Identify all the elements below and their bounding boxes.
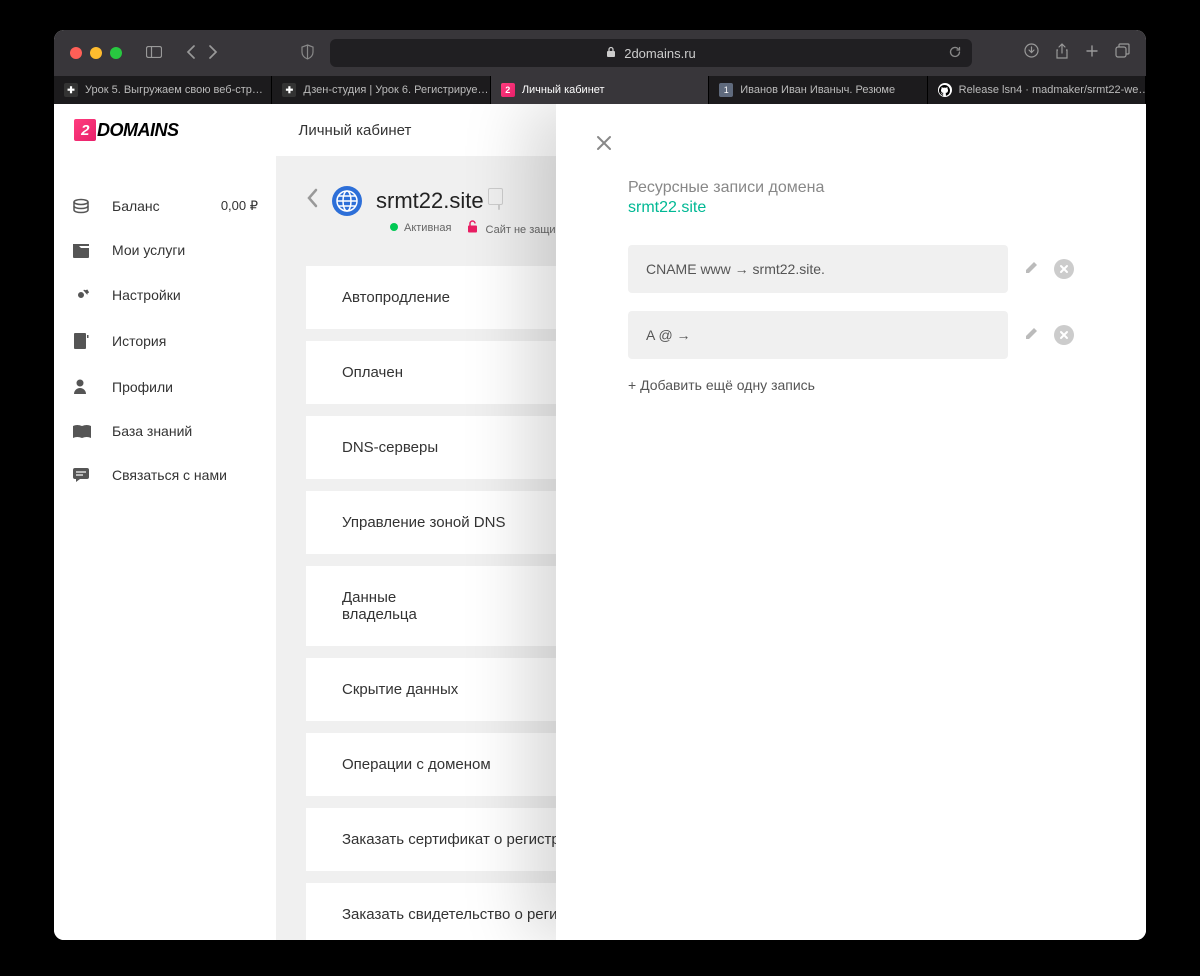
sidebar-item-settings[interactable]: Настройки (54, 272, 276, 318)
sidebar-item-profiles[interactable]: Профили (54, 364, 276, 409)
dns-record-row: A @ → (628, 311, 1106, 359)
url-bar[interactable]: 2domains.ru (330, 39, 972, 67)
gear-icon (72, 286, 94, 304)
add-record-button[interactable]: + Добавить ещё одну запись (628, 377, 1106, 393)
sidebar-item-label: Профили (112, 379, 173, 395)
copy-icon[interactable] (498, 192, 500, 210)
sidebar-item-label: Настройки (112, 287, 181, 303)
back-button[interactable] (306, 188, 318, 214)
browser-tab-0[interactable]: ✚ Урок 5. Выгружаем свою веб-стр… (54, 76, 272, 104)
person-icon (72, 378, 94, 395)
sidebar-item-label: База знаний (112, 423, 192, 439)
traffic-lights (70, 47, 122, 59)
drawer-domain: srmt22.site (628, 199, 1106, 217)
browser-tab-2[interactable]: 2 Личный кабинет (491, 76, 709, 104)
sidebar-item-history[interactable]: История (54, 318, 276, 364)
page: 2 DOMAINS Личный кабинет Баланс 0,00 ₽ (54, 104, 1146, 940)
dns-records-drawer: Ресурсные записи домена srmt22.site CNAM… (556, 104, 1146, 940)
card-label: Оплачен (342, 364, 403, 381)
maximize-window-button[interactable] (110, 47, 122, 59)
dns-record-row: CNAME www → srmt22.site. (628, 245, 1106, 293)
2domains-favicon: 2 (501, 83, 515, 97)
balance-value: 0,00 ₽ (221, 198, 258, 214)
edit-record-button[interactable] (1022, 325, 1040, 343)
downloads-icon[interactable] (1024, 43, 1039, 63)
dns-record[interactable]: CNAME www → srmt22.site. (628, 245, 1008, 293)
lock-icon (606, 46, 616, 61)
close-window-button[interactable] (70, 47, 82, 59)
domain-name: srmt22.site (376, 188, 484, 214)
card-label: DNS-серверы (342, 439, 438, 456)
minimize-window-button[interactable] (90, 47, 102, 59)
num-badge-icon: 1 (719, 83, 733, 97)
sidebar-item-contact[interactable]: Связаться с нами (54, 453, 276, 497)
edit-record-button[interactable] (1022, 259, 1040, 277)
card-label: Управление зоной DNS (342, 514, 505, 531)
plus-square-icon: ✚ (282, 83, 296, 97)
delete-record-button[interactable] (1054, 325, 1074, 345)
logo-badge: 2 (74, 119, 96, 141)
sidebar-toggle-icon[interactable] (146, 45, 162, 61)
nav-forward-button[interactable] (208, 45, 218, 62)
sidebar-item-balance[interactable]: Баланс 0,00 ₽ (54, 184, 276, 228)
dns-record[interactable]: A @ → (628, 311, 1008, 359)
unlock-icon (467, 224, 481, 236)
privacy-shield-icon[interactable] (300, 44, 315, 63)
browser-tabs: ✚ Урок 5. Выгружаем свою веб-стр… ✚ Дзен… (54, 76, 1146, 104)
tab-label: Release lsn4 · madmaker/srmt22-we… (959, 84, 1146, 96)
browser-tab-4[interactable]: Release lsn4 · madmaker/srmt22-we… (928, 76, 1146, 104)
page-title: Личный кабинет (299, 122, 412, 139)
tab-label: Дзен-студия | Урок 6. Регистрируе… (303, 84, 488, 96)
github-icon (938, 83, 952, 97)
drawer-title: Ресурсные записи домена (628, 179, 1106, 197)
sidebar-item-label: Мои услуги (112, 242, 185, 258)
plus-square-icon: ✚ (64, 83, 78, 97)
close-drawer-button[interactable] (596, 134, 612, 157)
browser-tab-1[interactable]: ✚ Дзен-студия | Урок 6. Регистрируе… (272, 76, 490, 104)
sidebar-item-label: История (112, 333, 166, 349)
new-tab-icon[interactable] (1085, 44, 1099, 63)
sidebar-item-knowledge[interactable]: База знаний (54, 409, 276, 453)
nav-back-button[interactable] (186, 45, 196, 62)
reload-icon[interactable] (948, 45, 962, 62)
tab-label: Иванов Иван Иваныч. Резюме (740, 84, 895, 96)
coins-icon (72, 198, 94, 214)
card-label: Данные владельца (342, 589, 452, 623)
share-icon[interactable] (1055, 43, 1069, 64)
browser-chrome: 2domains.ru (54, 30, 1146, 76)
card-label: Заказать сертификат о регистр (342, 831, 560, 848)
sidebar-item-label: Связаться с нами (112, 467, 227, 483)
globe-icon (332, 186, 362, 216)
card-label: Скрытие данных (342, 681, 458, 698)
url-text: 2domains.ru (624, 46, 696, 61)
tab-label: Личный кабинет (522, 84, 605, 96)
sidebar-item-label: Баланс (112, 198, 160, 214)
card-label: Заказать свидетельство о регис (342, 906, 565, 923)
browser-window: 2domains.ru ✚ Урок 5. Выгружаем свою веб… (54, 30, 1146, 940)
browser-tab-3[interactable]: 1 Иванов Иван Иваныч. Резюме (709, 76, 927, 104)
delete-record-button[interactable] (1054, 259, 1074, 279)
tab-label: Урок 5. Выгружаем свою веб-стр… (85, 84, 263, 96)
logo[interactable]: 2 DOMAINS (74, 119, 179, 141)
tabs-overview-icon[interactable] (1115, 43, 1130, 63)
folder-icon (72, 243, 94, 258)
card-label: Автопродление (342, 289, 450, 306)
card-label: Операции с доменом (342, 756, 491, 773)
logo-text: DOMAINS (97, 120, 179, 141)
chat-icon (72, 467, 94, 483)
open-book-icon (72, 424, 94, 439)
book-icon (72, 332, 94, 350)
sidebar-item-services[interactable]: Мои услуги (54, 228, 276, 272)
status-active: Активная (390, 222, 451, 234)
sidebar-nav: Баланс 0,00 ₽ Мои услуги Настройки (54, 156, 276, 940)
